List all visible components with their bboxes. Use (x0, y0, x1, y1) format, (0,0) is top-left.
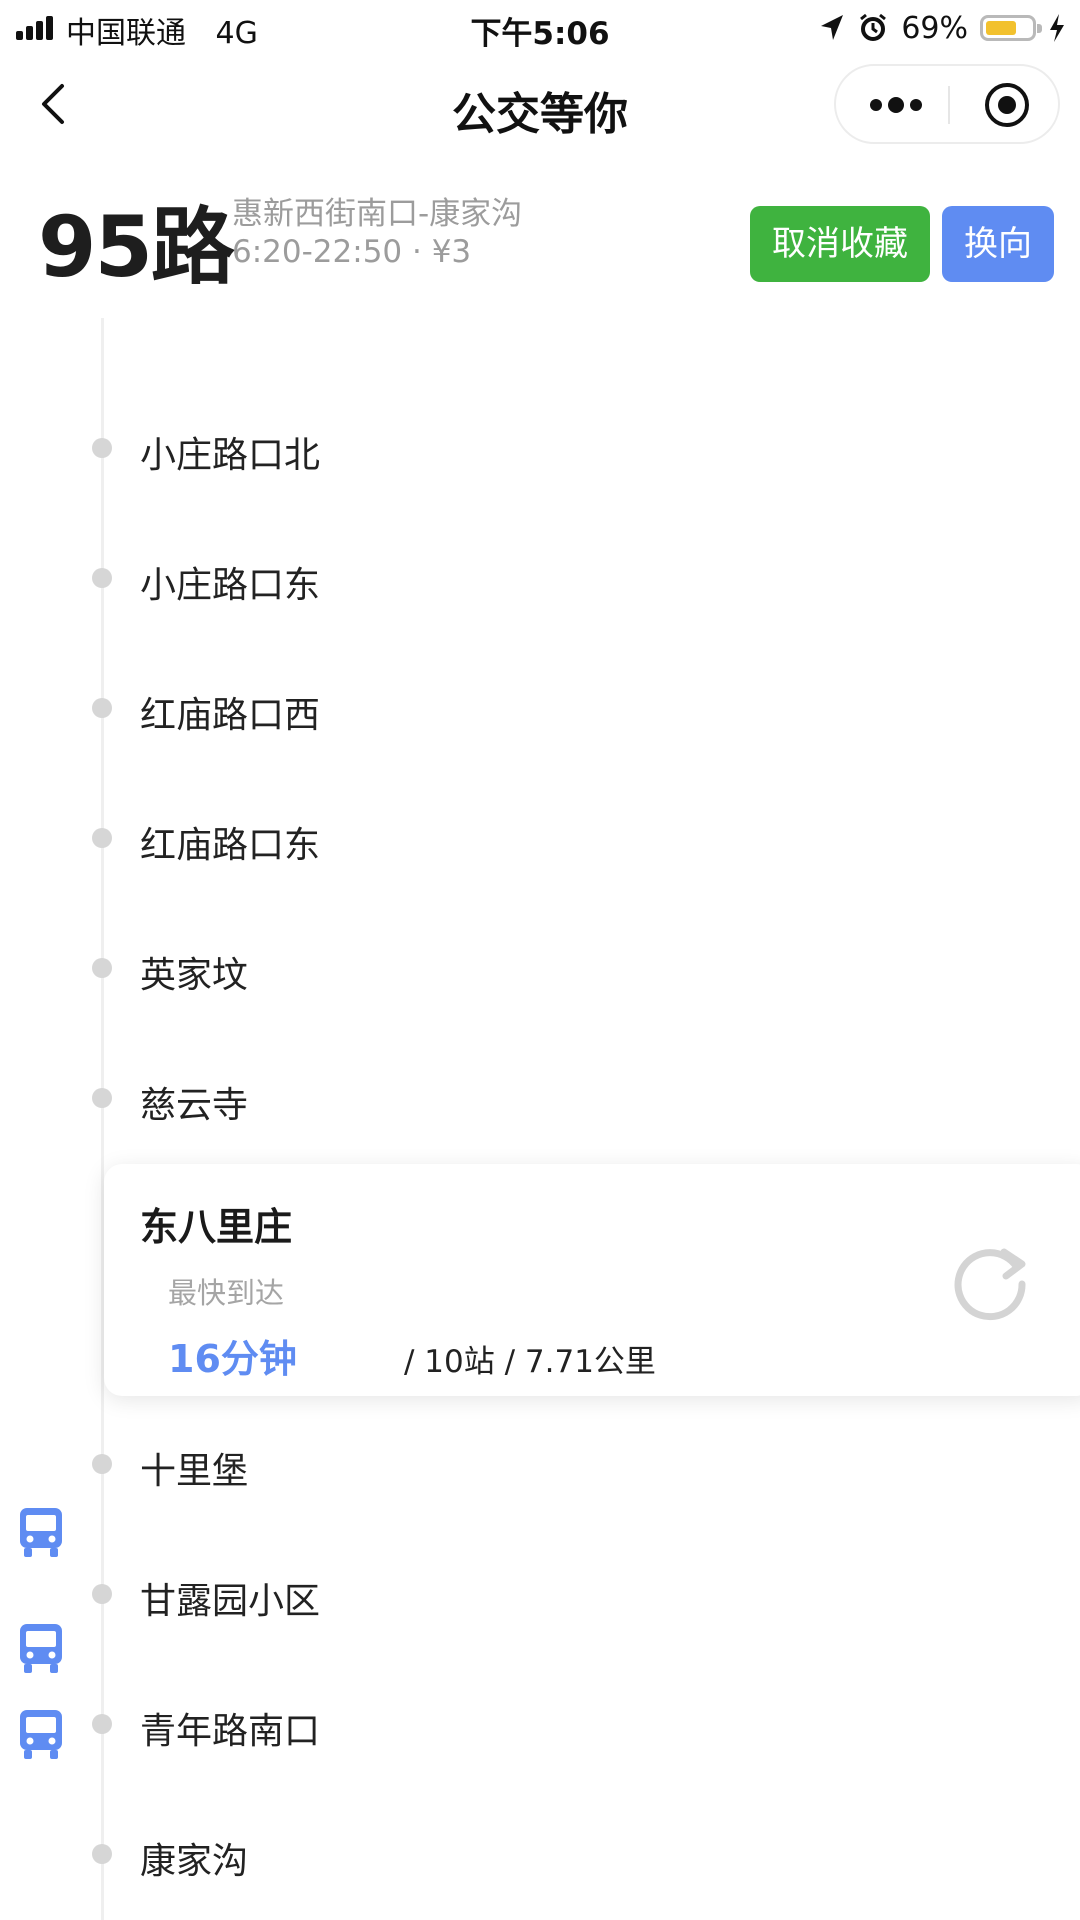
stop-name: 十里堡 (140, 1451, 249, 1492)
stop-dot (92, 1454, 112, 1474)
stop-dot (92, 828, 112, 848)
stop-name: 青年路南口 (140, 1711, 321, 1752)
bus-icon (20, 1710, 62, 1759)
stop-dot (92, 1088, 112, 1108)
more-dots-icon[interactable] (868, 92, 924, 118)
unfavorite-button[interactable]: 取消收藏 (750, 206, 930, 282)
eta-minutes: 16分钟 (168, 1337, 297, 1381)
stop-item[interactable]: 小庄路口北 (0, 418, 1080, 478)
partial-stop: — (140, 300, 340, 334)
stop-dot (92, 958, 112, 978)
stop-item[interactable]: 甘露园小区 (0, 1564, 1080, 1624)
stop-item[interactable]: 小庄路口东 (0, 548, 1080, 608)
stop-item[interactable]: 慈云寺 (0, 1068, 1080, 1128)
eta-detail: / 10站 / 7.71公里 (404, 1344, 656, 1380)
stop-name: 慈云寺 (140, 1085, 249, 1126)
reverse-direction-button[interactable]: 换向 (942, 206, 1054, 282)
stop-item[interactable]: 康家沟 (0, 1824, 1080, 1884)
route-header: 95路 惠新西街南口-康家沟 6:20-22:50 · ¥3 取消收藏 换向 (0, 170, 1080, 310)
selected-stop-name: 东八里庄 (140, 1205, 293, 1249)
alarm-icon (860, 13, 887, 41)
battery-icon (980, 15, 1042, 41)
status-right-group: 69% (817, 8, 1066, 48)
battery-fill (986, 21, 1016, 35)
selected-stop-card[interactable]: 东八里庄 最快到达 16分钟 / 10站 / 7.71公里 (104, 1164, 1080, 1396)
stop-name: 甘露园小区 (140, 1581, 321, 1622)
bus-icon (20, 1624, 62, 1673)
battery-percent: 69% (901, 10, 968, 46)
location-arrow-icon (821, 15, 844, 40)
stop-item[interactable]: 红庙路口西 (0, 678, 1080, 738)
refresh-icon[interactable] (946, 1236, 1034, 1324)
stop-dot (92, 1584, 112, 1604)
stop-dot (92, 438, 112, 458)
nav-bar: 公交等你 (0, 56, 1080, 156)
status-bar: 中国联通 4G 下午5:06 69% (0, 0, 1080, 56)
fastest-arrival-label: 最快到达 (168, 1276, 285, 1310)
stop-dot (92, 698, 112, 718)
route-hours-fare: 6:20-22:50 · ¥3 (232, 234, 472, 270)
stop-item[interactable]: 十里堡 (0, 1434, 1080, 1494)
miniapp-capsule (834, 64, 1060, 144)
stop-item[interactable]: 青年路南口 (0, 1694, 1080, 1754)
stop-dot (92, 1714, 112, 1734)
app-screen: 中国联通 4G 下午5:06 69% 公交等你 95路 惠新西街南口-康家沟 6… (0, 0, 1080, 1920)
route-number: 95路 (38, 198, 235, 296)
stop-dot (92, 568, 112, 588)
stop-dot (92, 1844, 112, 1864)
charging-bolt-icon (1050, 14, 1064, 42)
bus-icon (20, 1508, 62, 1557)
stop-name: 红庙路口西 (140, 695, 321, 736)
stop-name: 小庄路口东 (140, 565, 321, 606)
stop-item[interactable]: 英家坟 (0, 938, 1080, 998)
stop-name: 红庙路口东 (140, 825, 321, 866)
stop-name: 小庄路口北 (140, 435, 321, 476)
route-terminals: 惠新西街南口-康家沟 (232, 196, 523, 232)
stop-name: 康家沟 (140, 1841, 249, 1882)
close-target-icon[interactable] (982, 80, 1032, 130)
stop-item[interactable]: 红庙路口东 (0, 808, 1080, 868)
stop-name: 英家坟 (140, 955, 249, 996)
